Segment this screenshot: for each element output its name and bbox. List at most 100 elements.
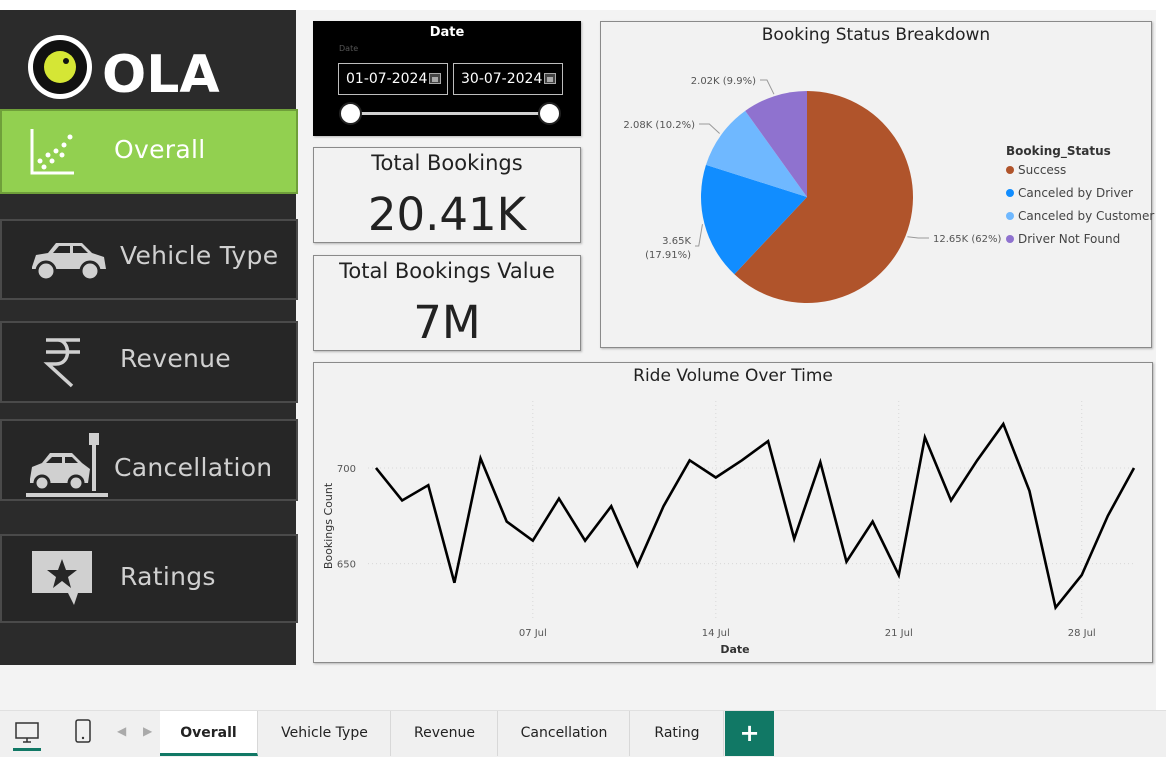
legend-title: Booking_Status bbox=[1006, 144, 1111, 158]
top-margin bbox=[0, 0, 1166, 10]
total-bookings-value-card: Total Bookings Value 7M bbox=[313, 255, 581, 351]
series-line[interactable] bbox=[374, 421, 1136, 611]
page-tab-bar: ◀ ▶ Overall Vehicle Type Revenue Cancell… bbox=[0, 710, 1166, 757]
pie-leader-line bbox=[907, 236, 929, 239]
tab-revenue[interactable]: Revenue bbox=[392, 711, 498, 756]
data-point[interactable] bbox=[1131, 465, 1137, 471]
data-point[interactable] bbox=[504, 519, 510, 525]
legend-marker bbox=[1006, 235, 1014, 243]
data-point[interactable] bbox=[530, 538, 536, 544]
start-date-input[interactable]: 01-07-2024 bbox=[338, 63, 448, 95]
data-point[interactable] bbox=[399, 497, 405, 503]
legend-label: Success bbox=[1018, 163, 1067, 177]
data-point[interactable] bbox=[1053, 605, 1059, 611]
car-crash-icon bbox=[26, 433, 108, 497]
scatter-chart-icon bbox=[30, 128, 74, 174]
tab-cancellation[interactable]: Cancellation bbox=[499, 711, 630, 756]
calendar-icon[interactable] bbox=[429, 73, 441, 84]
y-axis-title: Bookings Count bbox=[322, 482, 335, 569]
tab-rating[interactable]: Rating bbox=[631, 711, 724, 756]
legend-marker bbox=[1006, 166, 1014, 174]
data-point[interactable] bbox=[582, 538, 588, 544]
date-slicer-caption: Date bbox=[339, 44, 359, 53]
y-tick-label: 700 bbox=[337, 464, 356, 475]
data-point[interactable] bbox=[843, 559, 849, 565]
data-point[interactable] bbox=[478, 455, 484, 461]
data-point[interactable] bbox=[870, 519, 876, 525]
tab-overall[interactable]: Overall bbox=[160, 711, 258, 756]
sidebar-item-label: Ratings bbox=[120, 562, 216, 591]
data-point[interactable] bbox=[896, 572, 902, 578]
x-axis-title: Date bbox=[720, 643, 749, 656]
legend-item[interactable]: Canceled by Customer bbox=[1006, 209, 1154, 223]
data-point[interactable] bbox=[425, 482, 431, 488]
data-point[interactable] bbox=[608, 503, 614, 509]
data-point[interactable] bbox=[713, 475, 719, 481]
booking-status-card: Booking Status Breakdown 12.65K (62%) 3.6… bbox=[600, 21, 1154, 348]
data-point[interactable] bbox=[687, 457, 693, 463]
total-bookings-card: Total Bookings 20.41K bbox=[313, 147, 581, 243]
chevron-right-icon[interactable]: ▶ bbox=[143, 724, 152, 738]
end-date-input[interactable]: 30-07-2024 bbox=[453, 63, 563, 95]
data-point[interactable] bbox=[556, 496, 562, 502]
data-point[interactable] bbox=[1000, 421, 1006, 427]
sidebar-item-label: Overall bbox=[114, 135, 206, 164]
sidebar-item-ratings[interactable]: Ratings bbox=[0, 534, 298, 623]
end-date-value: 30-07-2024 bbox=[461, 71, 543, 87]
add-page-button[interactable]: + bbox=[725, 711, 774, 756]
sidebar: OLA Overall Vehicle Type Revenue Cancell… bbox=[0, 10, 298, 665]
y-tick-label: 650 bbox=[337, 560, 356, 571]
sidebar-item-label: Vehicle Type bbox=[120, 241, 279, 270]
x-tick-label: 14 Jul bbox=[702, 628, 730, 639]
pie-leader-line bbox=[760, 79, 775, 95]
data-point[interactable] bbox=[1079, 572, 1085, 578]
data-point[interactable] bbox=[948, 497, 954, 503]
sidebar-item-overall[interactable]: Overall bbox=[0, 109, 298, 194]
ride-volume-card: Ride Volume Over Time 650 700 07 Jul 14 Jul… bbox=[313, 362, 1153, 663]
pie-data-label: 2.08K (10.2%) bbox=[623, 120, 695, 131]
data-point[interactable] bbox=[974, 457, 980, 463]
legend-item[interactable]: Canceled by Driver bbox=[1006, 186, 1133, 200]
kpi-value: 20.41K bbox=[367, 188, 527, 241]
sidebar-item-label: Cancellation bbox=[114, 453, 273, 482]
data-point[interactable] bbox=[739, 457, 745, 463]
car-icon bbox=[32, 242, 106, 281]
pie-data-label: 12.65K (62%) bbox=[933, 234, 1001, 245]
date-slicer-title: Date bbox=[429, 25, 465, 40]
legend-item[interactable]: Success bbox=[1006, 163, 1066, 177]
data-point[interactable] bbox=[922, 434, 928, 440]
data-point[interactable] bbox=[373, 465, 379, 471]
mobile-view-icon[interactable] bbox=[75, 719, 91, 745]
star-message-icon bbox=[32, 550, 92, 605]
legend-marker bbox=[1006, 212, 1014, 220]
data-point[interactable] bbox=[661, 503, 667, 509]
date-range-end-handle[interactable] bbox=[538, 102, 561, 125]
desktop-view-icon[interactable] bbox=[13, 719, 41, 751]
data-point[interactable] bbox=[451, 580, 457, 586]
data-point[interactable] bbox=[817, 459, 823, 465]
kpi-title: Total Bookings Value bbox=[339, 259, 555, 283]
start-date-value: 01-07-2024 bbox=[346, 71, 428, 87]
ola-logo: OLA bbox=[28, 35, 220, 105]
data-point[interactable] bbox=[634, 563, 640, 569]
chevron-left-icon[interactable]: ◀ bbox=[117, 724, 126, 738]
legend-item[interactable]: Driver Not Found bbox=[1006, 232, 1120, 246]
kpi-title: Total Bookings bbox=[371, 151, 523, 175]
data-point[interactable] bbox=[1026, 488, 1032, 494]
sidebar-item-vehicle-type[interactable]: Vehicle Type bbox=[0, 219, 298, 300]
data-point[interactable] bbox=[791, 536, 797, 542]
date-range-start-handle[interactable] bbox=[339, 102, 362, 125]
data-point[interactable] bbox=[765, 438, 771, 444]
pie-data-label: 3.65K bbox=[662, 236, 691, 247]
sidebar-item-cancellation[interactable]: Cancellation bbox=[0, 419, 298, 501]
calendar-icon[interactable] bbox=[544, 73, 556, 84]
pie-data-label: 2.02K (9.9%) bbox=[691, 76, 756, 87]
sidebar-item-revenue[interactable]: Revenue bbox=[0, 321, 298, 403]
date-range-track[interactable] bbox=[352, 112, 550, 115]
legend-label: Driver Not Found bbox=[1018, 232, 1121, 246]
data-point[interactable] bbox=[1105, 513, 1111, 519]
legend-label: Canceled by Customer bbox=[1018, 209, 1155, 223]
right-margin bbox=[1156, 0, 1166, 710]
tab-vehicle-type[interactable]: Vehicle Type bbox=[259, 711, 391, 756]
pie-leader-line bbox=[699, 123, 720, 134]
